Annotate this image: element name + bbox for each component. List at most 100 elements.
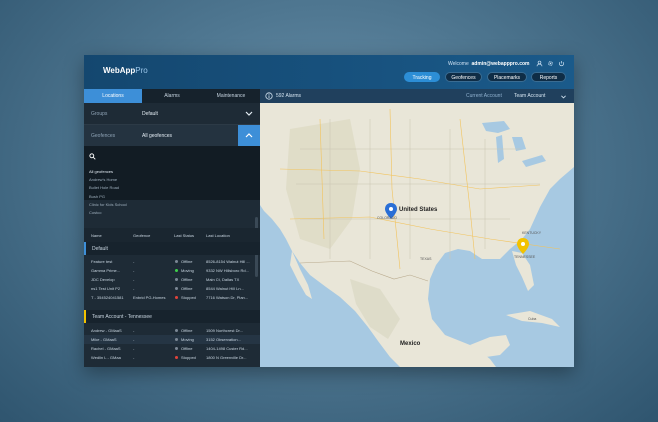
map-label-tennessee: TENNESSEE [514,255,536,259]
geofences-label: Geofences [91,133,116,139]
table-row[interactable]: Andrew - GMaaS - Offline 1509 Northcrest Dr… [84,326,260,335]
tab-maintenance[interactable]: Maintenance [202,89,260,103]
col-geofence[interactable]: Geofence [133,233,150,238]
chevron-down-icon[interactable] [238,103,260,124]
app-logo[interactable]: WebAppPro [103,66,148,75]
row-name: JDC Develop [91,277,115,282]
table-row[interactable]: ns1 Test Unit P2 - Offline 8544 Walnut Hill… [84,284,260,293]
vehicle-table-header: Name Geofence Last Status Last Location [84,228,260,242]
groups-label: Groups [91,111,108,117]
row-geofence: - [133,328,135,333]
row-status: Offline [181,346,193,351]
group-header-default[interactable]: Default [84,242,260,255]
alarm-info-icon[interactable] [265,92,273,100]
row-name: T - 354524041581 [91,295,124,300]
group-title: Default [92,246,108,252]
row-geofence: - [133,277,135,282]
status-dot [175,269,178,272]
status-dot [175,347,178,350]
row-location: 9332 NW Hillsboro Rd... [206,268,249,273]
row-location: 1404-1498 Custer Rd... [206,346,248,351]
nav-geofences[interactable]: Geofences [445,72,482,82]
row-geofence: - [133,268,135,273]
status-dot [175,287,178,290]
geofence-list-item[interactable]: Costco [89,210,101,215]
table-row[interactable]: Mike - GMaaS - Moving 3152 Observation... [84,335,260,344]
map-view[interactable]: United States COLORADO TENNESSEE KENTUCK… [260,89,574,367]
col-name[interactable]: Name [91,233,102,238]
search-icon[interactable] [89,153,96,160]
group-title: Team Account - Tennessee [92,314,152,320]
status-dot [175,260,178,263]
groups-value[interactable]: Default [142,111,158,117]
table-row[interactable]: Gamma Prime... - Moving 9332 NW Hillsboro R… [84,266,260,275]
map-label-kentucky: KENTUCKY [522,231,542,235]
tab-locations[interactable]: Locations [84,89,142,103]
table-row[interactable]: T - 354524041581 Enbrid PG-Homes Stopped 77… [84,293,260,302]
map-label-texas: TEXAS [420,257,432,261]
row-geofence: - [133,355,135,360]
tab-alarms[interactable]: Alarms [142,89,202,103]
row-name: Feature test [91,259,113,264]
table-row[interactable]: Rachel - GMaaS - Offline 1404-1498 Custer R… [84,344,260,353]
app-window: WebAppPro Welcome admin@webapppro.com Tr… [84,55,574,367]
row-status: Offline [181,277,193,282]
current-account-label: Current Account [466,93,502,99]
status-dot [175,338,178,341]
row-location: 1800 N Greenville Dr... [206,355,247,360]
groups-filter[interactable]: Groups Default [84,103,260,125]
col-last-status[interactable]: Last Status [174,233,194,238]
row-location: 8544 Walnut Hill Ln... [206,286,244,291]
geofence-list-item[interactable]: Bullet Hole Road [89,185,119,190]
table-row[interactable]: Feature test - Offline 8526-8154 Walnut Hil… [84,257,260,266]
map-canvas[interactable] [260,89,574,367]
row-name: ns1 Test Unit P2 [91,286,121,291]
row-status: Offline [181,328,193,333]
welcome-text: Welcome admin@webapppro.com [448,61,530,67]
gear-icon[interactable] [547,60,554,67]
account-select[interactable]: Team Account [514,93,545,99]
nav-placemarks[interactable]: Placemarks [487,72,527,82]
row-geofence: - [133,346,135,351]
row-geofence: Enbrid PG-Homes [133,295,166,300]
row-name: Rachel - GMaaS [91,346,121,351]
user-email[interactable]: admin@webapppro.com [472,61,530,67]
geofence-list-item[interactable]: Andrew's Home [89,177,117,182]
map-label-mexico: Mexico [400,341,421,347]
row-name: Wedlin L - GMaa [91,355,121,360]
row-status: Stopped [181,295,196,300]
map-label-colorado: COLORADO [377,216,398,220]
chevron-down-icon[interactable] [560,93,567,100]
nav-reports[interactable]: Reports [531,72,566,82]
status-dot [175,356,178,359]
col-last-location[interactable]: Last Location [206,233,230,238]
top-bar: WebAppPro Welcome admin@webapppro.com Tr… [84,55,574,89]
geofences-filter[interactable]: Geofences All geofences [84,125,260,147]
power-icon[interactable] [558,60,565,67]
row-status: Moving [181,337,194,342]
geofence-list-item[interactable]: Bush PG [89,194,105,199]
row-geofence: - [133,286,135,291]
chevron-up-icon[interactable] [238,125,260,146]
status-dot [175,296,178,299]
row-status: Offline [181,286,193,291]
row-location: 8526-8154 Walnut Hill ... [206,259,250,264]
geofences-value[interactable]: All geofences [142,133,172,139]
table-row[interactable]: Wedlin L - GMaa - Stopped 1800 N Greenville… [84,353,260,362]
nav-tracking[interactable]: Tracking [404,72,440,82]
table-row[interactable]: JDC Develop - Offline Main Ct, Dallas TX [84,275,260,284]
row-location: 7716 Watson Dr, Plan... [206,295,249,300]
status-dot [175,329,178,332]
alarm-count[interactable]: 592 Alarms [276,93,301,99]
row-status: Offline [181,259,193,264]
geofence-list-item[interactable]: All geofences [89,169,113,174]
row-name: Andrew - GMaaS [91,328,122,333]
row-location: 1509 Northcrest Dr... [206,328,243,333]
row-location: Main Ct, Dallas TX [206,277,240,282]
row-status: Moving [181,268,194,273]
geofence-list-item[interactable]: Clinic for Kids School [89,202,127,207]
user-icon[interactable] [536,60,543,67]
row-name: Mike - GMaaS [91,337,117,342]
row-name: Gamma Prime... [91,268,121,273]
group-header-team[interactable]: Team Account - Tennessee [84,310,260,323]
